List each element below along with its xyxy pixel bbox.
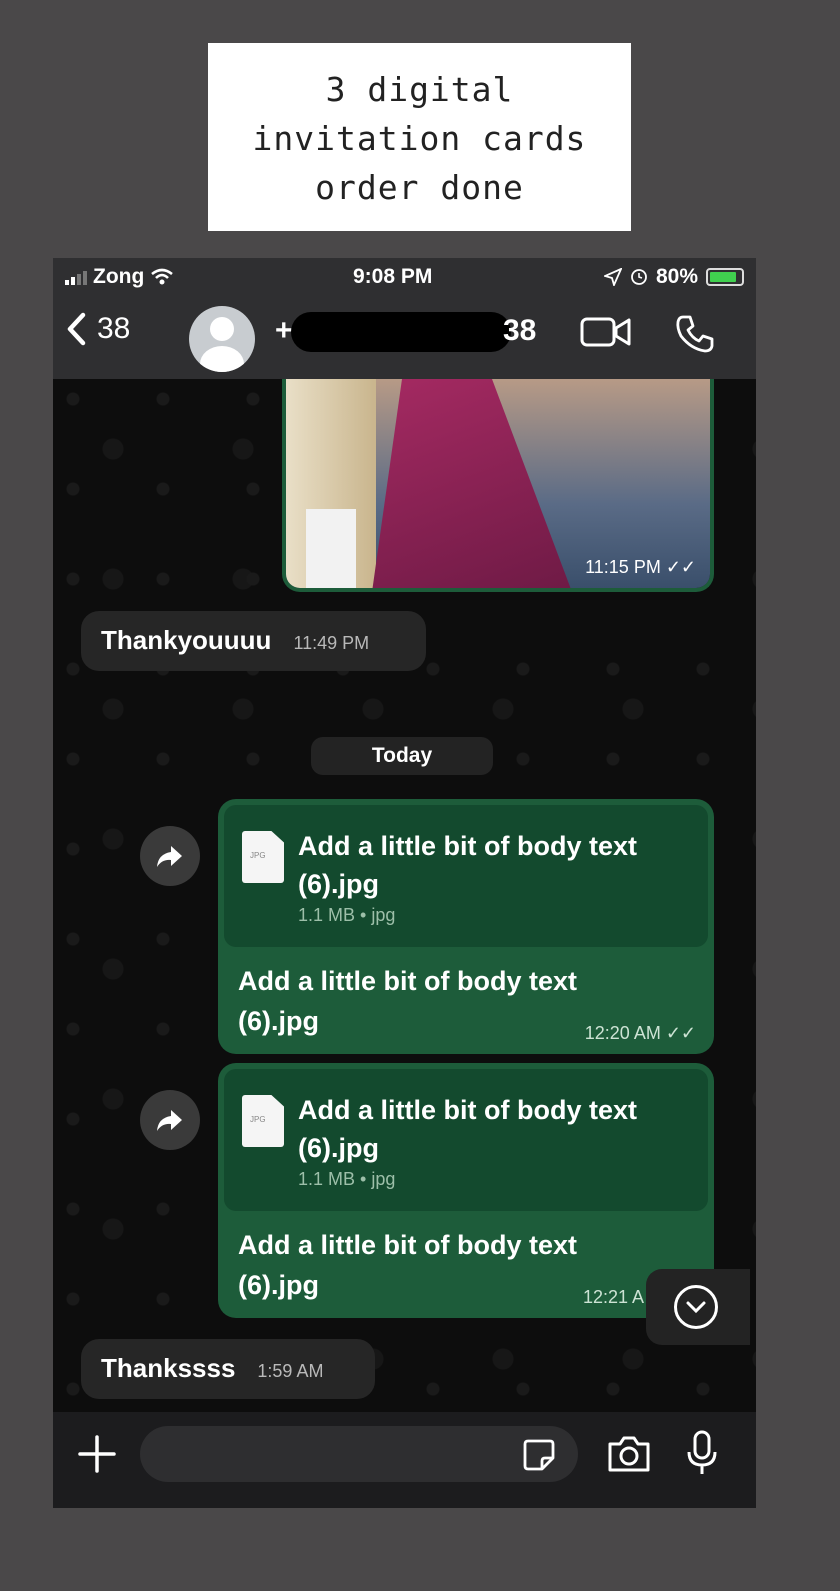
back-button[interactable]: 38 [65, 312, 130, 346]
carrier-group: Zong [65, 265, 174, 289]
top-bar: Zong 9:08 PM 80% 38 + 38 [53, 258, 756, 379]
voice-call-icon[interactable] [675, 314, 715, 354]
forward-arrow-icon [157, 846, 182, 867]
image-message-time: 11:15 PM ✓✓ [585, 557, 696, 577]
document-message-2[interactable]: JPG Add a little bit of body text (6).jp… [218, 1063, 714, 1318]
document-meta: 1.1 MB • jpg [298, 1169, 396, 1189]
wifi-icon [151, 268, 174, 285]
date-separator: Today [311, 737, 493, 775]
status-bar: Zong 9:08 PM 80% [53, 258, 756, 294]
document-attachment-2[interactable]: JPG Add a little bit of body text (6).jp… [224, 1069, 708, 1211]
contact-name-suffix[interactable]: 38 [503, 314, 536, 348]
caption-line-2: invitation cards [252, 119, 587, 158]
plus-icon[interactable] [77, 1434, 117, 1474]
contact-name-prefix[interactable]: + [275, 314, 293, 348]
microphone-icon[interactable] [685, 1430, 719, 1476]
jpg-file-icon: JPG [242, 831, 284, 883]
message-time: 11:49 PM [293, 633, 370, 653]
carrier-name: Zong [93, 265, 145, 288]
message-text: Thankyouuuu [101, 625, 272, 655]
contact-avatar[interactable] [189, 306, 255, 372]
location-arrow-icon [603, 268, 622, 286]
message-input[interactable] [140, 1426, 578, 1482]
forward-button-2[interactable] [140, 1090, 200, 1150]
phone-screenshot: Zong 9:08 PM 80% 38 + 38 11:15 PM ✓✓ Tha… [53, 258, 756, 1508]
scroll-to-bottom-button[interactable] [646, 1269, 750, 1345]
camera-icon[interactable] [606, 1434, 652, 1474]
alarm-icon [631, 269, 647, 285]
battery-percent: 80% [655, 265, 698, 288]
forward-arrow-icon [157, 1110, 182, 1131]
back-chevron-icon [67, 312, 86, 346]
chevron-down-circle-icon [674, 1285, 718, 1329]
document-file-name: Add a little bit of body text (6).jpg [298, 1095, 637, 1163]
caption-box: 3 digital invitation cards order done [208, 43, 631, 231]
document-time: 12:21 A [582, 1287, 644, 1307]
input-bar [53, 1412, 756, 1508]
chat-area[interactable]: 11:15 PM ✓✓ Thankyouuuu 11:49 PM Today JP… [53, 379, 756, 1412]
message-time: 1:59 AM [257, 1361, 324, 1381]
message-thankssss[interactable]: Thankssss 1:59 AM [81, 1339, 375, 1399]
caption-line-1: 3 digital [325, 70, 514, 109]
video-call-icon[interactable] [580, 314, 632, 350]
unread-count: 38 [97, 312, 131, 345]
document-file-name: Add a little bit of body text (6).jpg [298, 831, 637, 899]
status-right-group: 80% [603, 265, 744, 289]
message-thankyouuuu[interactable]: Thankyouuuu 11:49 PM [81, 611, 426, 671]
jpg-file-icon: JPG [242, 1095, 284, 1147]
signal-icon [65, 269, 87, 285]
caption-line-3: order done [315, 168, 524, 207]
status-time: 9:08 PM [353, 265, 433, 288]
document-attachment-1[interactable]: JPG Add a little bit of body text (6).jp… [224, 805, 708, 947]
document-time: 12:20 AM ✓✓ [584, 1023, 696, 1043]
document-message-1[interactable]: JPG Add a little bit of body text (6).jp… [218, 799, 714, 1054]
chat-header: 38 + 38 [53, 298, 756, 378]
redaction-mark [291, 312, 511, 352]
document-meta: 1.1 MB • jpg [298, 905, 396, 925]
message-text: Thankssss [101, 1353, 236, 1383]
image-message[interactable]: 11:15 PM ✓✓ [282, 379, 714, 592]
sticker-icon[interactable] [522, 1438, 556, 1472]
photo-legs [306, 509, 356, 588]
forward-button-1[interactable] [140, 826, 200, 886]
battery-charging-icon [706, 268, 744, 286]
